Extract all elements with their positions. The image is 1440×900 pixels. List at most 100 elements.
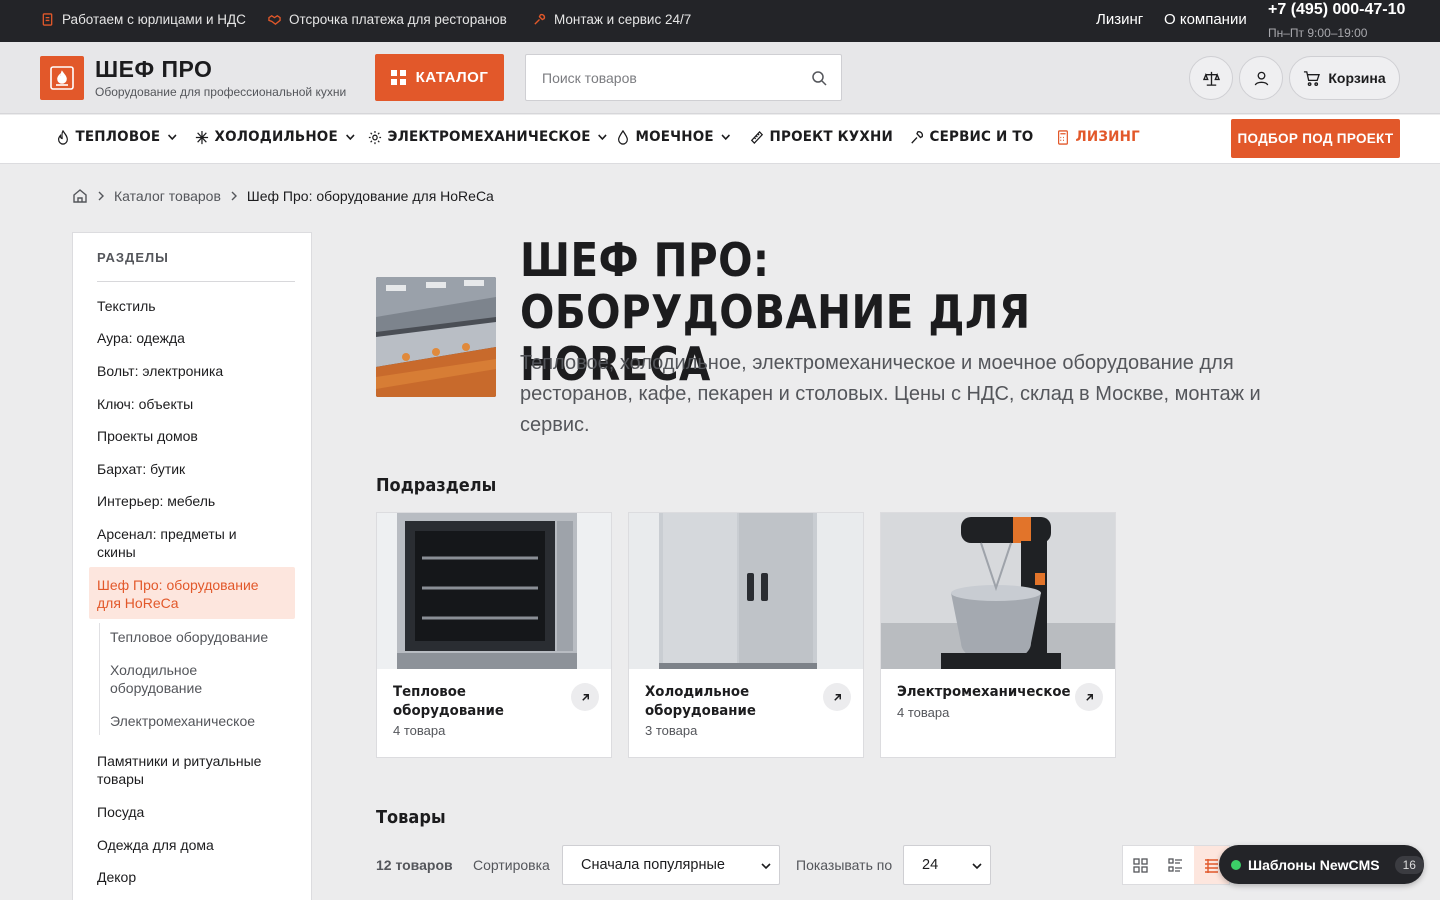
products-count: 12 товаров <box>376 857 453 873</box>
category-image <box>376 277 496 397</box>
wrench-icon <box>911 130 923 144</box>
sidebar-item[interactable]: Одежда для дома <box>97 836 287 854</box>
nav-item-label: ЛИЗИНГ <box>1075 129 1140 145</box>
sidebar-title: РАЗДЕЛЫ <box>97 250 169 265</box>
table-icon <box>1204 858 1218 873</box>
topbar-item-service: Монтаж и сервис 24/7 <box>533 12 691 27</box>
sidebar-item[interactable]: Памятники и ритуальные товары <box>97 752 282 788</box>
main-nav: ТЕПЛОВОЕ ХОЛОДИЛЬНОЕ ЭЛЕКТРОМЕХАНИЧЕСКОЕ… <box>0 115 1440 164</box>
sidebar-item[interactable]: Декор <box>97 868 287 886</box>
home-icon[interactable] <box>72 188 88 204</box>
sidebar-item[interactable]: Текстиль <box>97 297 287 315</box>
nav-item-electromechanical[interactable]: ЭЛЕКТРОМЕХАНИЧЕСКОЕ <box>368 129 608 145</box>
per-page-select[interactable]: 24 <box>903 845 991 885</box>
nav-item-service[interactable]: СЕРВИС И ТО <box>910 129 1033 145</box>
subsection-card[interactable]: Тепловое оборудование 4 товара <box>376 512 612 758</box>
flame-icon <box>58 129 68 145</box>
topbar-item-label: Отсрочка платежа для ресторанов <box>289 12 507 27</box>
arrow-up-right-icon[interactable] <box>1075 683 1103 711</box>
breadcrumb: Каталог товаров Шеф Про: оборудование дл… <box>72 188 494 204</box>
topbar-link-leasing[interactable]: Лизинг <box>1096 11 1143 28</box>
phone-number[interactable]: +7 (495) 000-47-10 <box>1268 1 1405 19</box>
subsection-card-count: 4 товара <box>897 705 950 720</box>
subsection-card[interactable]: Электромеханическое 4 товара <box>880 512 1116 758</box>
sidebar-item-active[interactable]: Шеф Про: оборудование для HoReCa <box>97 576 277 612</box>
sidebar-subitem[interactable]: Холодильное оборудование <box>110 661 250 697</box>
nav-item-kitchen-project[interactable]: ПРОЕКТ КУХНИ <box>750 129 893 145</box>
nav-item-refrigeration[interactable]: ХОЛОДИЛЬНОЕ <box>195 129 355 145</box>
cart-label: Корзина <box>1328 70 1386 86</box>
subsection-card-title: Тепловое оборудование <box>393 684 504 719</box>
logo-name[interactable]: ШЕФ ПРО <box>95 56 212 83</box>
nav-item-thermal[interactable]: ТЕПЛОВОЕ <box>56 129 177 145</box>
breadcrumb-link[interactable]: Каталог товаров <box>114 188 221 204</box>
chevron-down-icon <box>598 134 608 141</box>
nav-item-label: ПРОЕКТ КУХНИ <box>769 129 893 145</box>
list-icon <box>1168 857 1183 872</box>
grid-view-button[interactable] <box>1123 846 1158 884</box>
catalog-button[interactable]: КАТАЛОГ <box>375 54 504 101</box>
calculator-icon <box>1058 129 1068 145</box>
search-icon[interactable] <box>811 70 827 86</box>
ruler-icon <box>750 130 764 144</box>
sidebar-item[interactable]: Аура: одежда <box>97 329 287 347</box>
subsection-card-title: Электромеханическое <box>897 684 1071 700</box>
subsection-card-count: 3 товара <box>645 723 698 738</box>
chevron-down-icon <box>345 134 355 141</box>
sidebar-item[interactable]: Проекты домов <box>97 427 287 445</box>
topbar-item-legal: Работаем с юрлицами и НДС <box>41 12 246 27</box>
subsection-card-title: Холодильное оборудование <box>645 684 756 719</box>
sidebar: РАЗДЕЛЫ Текстиль Аура: одежда Вольт: эле… <box>72 232 312 900</box>
status-dot <box>1231 859 1241 870</box>
grid-icon <box>1133 857 1148 873</box>
nav-item-leasing[interactable]: ЛИЗИНГ <box>1056 129 1140 145</box>
account-button[interactable] <box>1239 56 1283 100</box>
catalog-button-label: КАТАЛОГ <box>415 69 489 86</box>
sidebar-subitem[interactable]: Тепловое оборудование <box>110 628 290 646</box>
nav-item-dishwashing[interactable]: МОЕЧНОЕ <box>616 129 731 145</box>
header: ШЕФ ПРО Оборудование для профессионально… <box>0 42 1440 114</box>
document-icon <box>41 13 54 26</box>
sidebar-subitem[interactable]: Электромеханическое <box>110 712 290 730</box>
sidebar-item[interactable]: Бархат: бутик <box>97 460 287 478</box>
topbar-link-about[interactable]: О компании <box>1164 11 1247 28</box>
droplet-icon <box>618 129 628 145</box>
sort-label: Сортировка <box>473 857 550 873</box>
refrigerator-image <box>629 513 863 669</box>
user-icon <box>1254 71 1268 85</box>
search-box <box>525 54 842 101</box>
sort-select-value: Сначала популярные <box>581 857 725 873</box>
nav-item-label: ХОЛОДИЛЬНОЕ <box>214 129 338 145</box>
planetary-mixer-image <box>881 513 1115 669</box>
cart-icon <box>1304 70 1321 86</box>
sidebar-item[interactable]: Посуда <box>97 803 287 821</box>
combi-oven-image <box>377 513 611 669</box>
compare-button[interactable] <box>1189 56 1233 100</box>
chevron-down-icon <box>972 863 982 870</box>
list-view-button[interactable] <box>1158 846 1193 884</box>
sidebar-item[interactable]: Ключ: объекты <box>97 395 287 413</box>
view-switcher <box>1122 845 1230 885</box>
subsections-heading: Подразделы <box>376 475 497 496</box>
snowflake-icon <box>195 130 209 144</box>
logo-tagline: Оборудование для профессиональной кухни <box>95 85 347 99</box>
nav-item-label: МОЕЧНОЕ <box>635 129 714 145</box>
per-page-select-value: 24 <box>922 857 939 873</box>
sidebar-item[interactable]: Интерьер: мебель <box>97 492 287 510</box>
newcms-templates-widget[interactable]: Шаблоны NewCMS 16 <box>1219 845 1424 884</box>
topbar-item-deferral: Отсрочка платежа для ресторанов <box>268 12 507 27</box>
cart-button[interactable]: Корзина <box>1289 56 1400 100</box>
divider <box>99 623 100 735</box>
subsection-card-count: 4 товара <box>393 723 446 738</box>
subsection-card[interactable]: Холодильное оборудование 3 товара <box>628 512 864 758</box>
search-input[interactable] <box>526 55 796 100</box>
scales-icon <box>1202 71 1220 86</box>
project-selection-button[interactable]: ПОДБОР ПОД ПРОЕКТ <box>1231 119 1400 158</box>
sort-select[interactable]: Сначала популярные <box>562 845 780 885</box>
sidebar-item[interactable]: Арсенал: предметы и скины <box>97 525 272 561</box>
breadcrumb-current: Шеф Про: оборудование для HoReCa <box>246 188 494 204</box>
sidebar-item[interactable]: Вольт: электроника <box>97 362 287 380</box>
arrow-up-right-icon[interactable] <box>823 683 851 711</box>
logo-icon[interactable] <box>40 56 84 100</box>
arrow-up-right-icon[interactable] <box>571 683 599 711</box>
